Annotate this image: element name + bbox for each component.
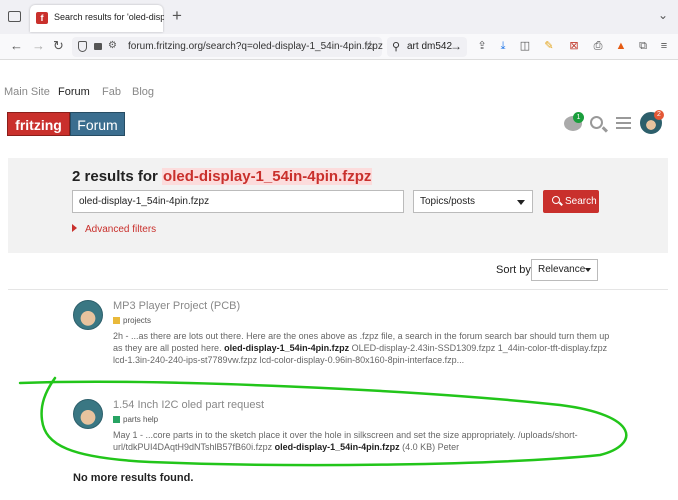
extensions-puzzle-icon[interactable]: ⧉ [637, 40, 649, 53]
url-text[interactable]: forum.fritzing.org/search?q=oled-display… [128, 41, 383, 52]
url-bar[interactable]: ⚙ forum.fritzing.org/search?q=oled-displ… [72, 37, 383, 57]
author-avatar[interactable] [73, 399, 103, 429]
hamburger-menu-icon[interactable]: ≡ [658, 40, 670, 53]
result-title[interactable]: 1.54 Inch I2C oled part request [113, 399, 264, 411]
browser-tab-bar: f Search results for 'oled-display + ⌄ [0, 0, 678, 34]
search-result: 1.54 Inch I2C oled part request parts he… [73, 399, 603, 459]
advanced-filters-toggle[interactable]: Advanced filters [72, 224, 156, 235]
result-blurb[interactable]: 2h - ...as there are lots out there. Her… [113, 330, 613, 366]
search-result: MP3 Player Project (PCB) projects 2h - .… [73, 300, 609, 380]
result-blurb[interactable]: May 1 - ...core parts in to the sketch p… [113, 429, 613, 453]
nav-forum[interactable]: Forum [58, 86, 90, 98]
extension-icon[interactable]: ◫ [519, 40, 531, 53]
category-name: projects [123, 316, 152, 325]
chevron-down-icon[interactable]: ⌄ [658, 8, 668, 22]
magnifier-icon [552, 196, 560, 204]
category-color-square [113, 416, 120, 423]
fritzing-favicon-icon: f [36, 12, 48, 24]
menu-icon[interactable] [616, 117, 631, 129]
author-avatar[interactable] [73, 300, 103, 330]
back-arrow-icon[interactable]: ← [10, 38, 23, 54]
caret-right-icon [72, 224, 77, 232]
download-icon[interactable]: ⤓ [497, 40, 509, 53]
chevron-down-icon [517, 200, 525, 205]
result-title[interactable]: MP3 Player Project (PCB) [113, 300, 240, 312]
find-bar[interactable]: ⚲ art dm542 → [387, 37, 467, 57]
blurb-highlight: oled-display-1_54in-4pin.fzpz [224, 343, 350, 353]
tab-list-icon[interactable] [8, 11, 21, 22]
no-more-results: No more results found. [73, 472, 194, 484]
print-icon[interactable]: ⎙ [592, 40, 604, 53]
permissions-icon[interactable]: ⚙ [108, 40, 117, 51]
block-icon[interactable]: ⊠ [568, 40, 580, 53]
vlc-icon[interactable]: ▲ [615, 40, 627, 53]
find-input[interactable]: art dm542 [407, 41, 452, 52]
sort-label: Sort by [496, 264, 531, 276]
shield-icon[interactable] [78, 41, 87, 52]
find-icon: ⚲ [392, 41, 401, 53]
blurb-highlight: oled-display-1_54in-4pin.fzpz [274, 442, 400, 452]
browser-nav-bar: ← → ↻ ⚙ forum.fritzing.org/search?q=oled… [0, 34, 678, 60]
browser-tab[interactable]: f Search results for 'oled-display [30, 5, 164, 32]
new-tab-button[interactable]: + [172, 7, 182, 25]
results-query: oled-display-1_54in-4pin.fzpz [162, 168, 373, 185]
category-badge[interactable]: parts help [113, 415, 158, 424]
nav-fab[interactable]: Fab [102, 86, 121, 98]
find-next-arrow-icon[interactable]: → [450, 39, 462, 53]
category-color-square [113, 317, 120, 324]
nav-blog[interactable]: Blog [132, 86, 154, 98]
chevron-down-icon [585, 268, 591, 272]
chat-badge: 1 [573, 112, 584, 123]
logo-fritzing: fritzing [7, 112, 70, 136]
divider [8, 289, 668, 290]
category-badge[interactable]: projects [113, 316, 151, 325]
search-icon[interactable] [590, 116, 603, 129]
search-panel: 2 results for oled-display-1_54in-4pin.f… [8, 158, 668, 253]
sort-value: Relevance [538, 264, 586, 275]
reload-icon[interactable]: ↻ [53, 38, 64, 54]
color-picker-icon[interactable]: ✎ [543, 40, 555, 53]
search-input[interactable]: oled-display-1_54in-4pin.fzpz [72, 190, 404, 213]
notification-badge: 2 [654, 110, 664, 120]
bookmark-star-icon[interactable]: ☆ [364, 38, 376, 54]
category-name: parts help [123, 415, 159, 424]
results-title: 2 results for oled-display-1_54in-4pin.f… [72, 168, 373, 185]
pocket-icon[interactable]: ⇪ [476, 40, 488, 53]
type-select-value: Topics/posts [420, 196, 476, 207]
search-button[interactable]: Search [543, 190, 599, 213]
tab-title: Search results for 'oled-display [54, 12, 164, 22]
lock-icon[interactable] [94, 43, 102, 50]
search-button-label: Search [565, 196, 597, 207]
type-select[interactable]: Topics/posts [413, 190, 533, 213]
sort-select[interactable]: Relevance [531, 259, 598, 281]
forward-arrow-icon[interactable]: → [32, 38, 45, 54]
advanced-filters-label: Advanced filters [85, 224, 157, 235]
blurb-text: (4.0 KB) Peter [402, 442, 460, 452]
logo-forum: Forum [70, 112, 125, 136]
results-prefix: 2 results for [72, 168, 158, 185]
nav-main-site[interactable]: Main Site [4, 86, 50, 98]
fritzing-forum-logo[interactable]: fritzing Forum [7, 112, 125, 136]
